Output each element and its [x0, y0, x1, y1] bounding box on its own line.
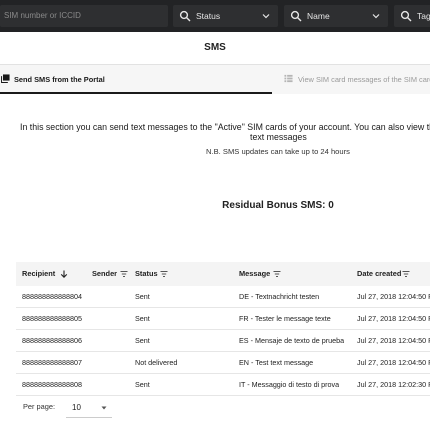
message-cell: DE - Textnachricht testen: [239, 292, 320, 301]
table-header: Recipient Sender Status Message Date cre…: [16, 262, 430, 286]
tab-view-sim-messages[interactable]: View SIM card messages of the SIM cards: [283, 65, 430, 94]
recipient-cell: 888888888888804: [22, 292, 82, 301]
recipient-cell: 888888888888806: [22, 336, 82, 345]
column-header-status[interactable]: Status: [135, 262, 168, 286]
date-cell: Jul 27, 2018 12:04:50 PM: [357, 336, 430, 345]
column-header-sender[interactable]: Sender: [92, 262, 128, 286]
pagination: Per page: 10: [16, 396, 430, 420]
search-icon: [179, 10, 191, 22]
name-filter-label: Name: [307, 11, 330, 21]
message-cell: IT - Messaggio di testo di prova: [239, 380, 340, 389]
filter-icon[interactable]: [120, 270, 128, 278]
recipient-cell: 888888888888808: [22, 380, 82, 389]
status-cell: Sent: [135, 292, 150, 301]
column-header-date-created[interactable]: Date created: [357, 262, 410, 286]
table-row[interactable]: 888888888888806 Sent ES - Mensaje de tex…: [16, 330, 430, 352]
column-header-recipient-label: Recipient: [22, 269, 56, 278]
recipient-cell: 888888888888807: [22, 358, 82, 367]
filter-icon[interactable]: [160, 270, 168, 278]
recipient-cell: 888888888888805: [22, 314, 82, 323]
page-title: SMS: [0, 32, 430, 65]
update-note: N.B. SMS updates can take up to 24 hours: [206, 147, 350, 156]
status-cell: Not delivered: [135, 358, 178, 367]
view-list-icon: [284, 74, 293, 83]
tab-view-sim-messages-label: View SIM card messages of the SIM cards: [298, 75, 430, 84]
filter-toolbar: SIM number or ICCID Status Name Tag: [0, 0, 430, 32]
per-page-select[interactable]: 10: [66, 398, 112, 418]
table-row[interactable]: 888888888888805 Sent FR - Tester le mess…: [16, 308, 430, 330]
filter-icon[interactable]: [273, 270, 281, 278]
chevron-down-icon: [262, 14, 270, 19]
status-filter-select[interactable]: Status: [173, 5, 278, 27]
intro-text: In this section you can send text messag…: [20, 122, 430, 132]
column-header-message[interactable]: Message: [239, 262, 281, 286]
message-cell: ES - Mensaje de texto de prueba: [239, 336, 345, 345]
status-cell: Sent: [135, 380, 150, 389]
per-page-label: Per page:: [23, 402, 56, 411]
tab-bar: Send SMS from the Portal View SIM card m…: [0, 65, 430, 94]
message-cell: FR - Tester le message texte: [239, 314, 331, 323]
bonus-sms-counter: Residual Bonus SMS: 0: [222, 200, 334, 211]
intro-text-continued: text messages: [250, 132, 307, 142]
column-header-status-label: Status: [135, 269, 158, 278]
search-icon: [290, 10, 302, 22]
status-cell: Sent: [135, 314, 150, 323]
column-header-recipient[interactable]: Recipient: [22, 262, 68, 286]
column-header-message-label: Message: [239, 269, 271, 278]
status-filter-label: Status: [196, 11, 221, 21]
tab-send-sms-label: Send SMS from the Portal: [14, 75, 105, 84]
search-icon: [400, 10, 412, 22]
table-row[interactable]: 888888888888808 Sent IT - Messaggio di t…: [16, 374, 430, 396]
message-cell: EN - Test text message: [239, 358, 314, 367]
date-cell: Jul 27, 2018 12:04:50 PM: [357, 314, 430, 323]
tag-filter-label: Tag: [417, 11, 430, 21]
tag-filter-select[interactable]: Tag: [394, 5, 430, 27]
tab-send-sms[interactable]: Send SMS from the Portal: [0, 65, 272, 94]
sort-arrow-down-icon[interactable]: [60, 270, 68, 278]
search-input[interactable]: SIM number or ICCID: [0, 5, 168, 27]
table-row[interactable]: 888888888888807 Not delivered EN - Test …: [16, 352, 430, 374]
table-row[interactable]: 888888888888804 Sent DE - Textnachricht …: [16, 286, 430, 308]
chevron-down-icon: [372, 14, 380, 19]
message-icon: [1, 74, 10, 83]
date-cell: Jul 27, 2018 12:02:30 PM: [357, 380, 430, 389]
column-header-sender-label: Sender: [92, 269, 118, 278]
status-cell: Sent: [135, 336, 150, 345]
date-cell: Jul 27, 2018 12:04:50 PM: [357, 358, 430, 367]
column-header-date-created-label: Date created: [357, 269, 402, 278]
name-filter-select[interactable]: Name: [284, 5, 388, 27]
per-page-value: 10: [72, 403, 81, 412]
filter-icon[interactable]: [402, 270, 410, 278]
date-cell: Jul 27, 2018 12:04:50 PM: [357, 292, 430, 301]
caret-down-icon: [101, 406, 107, 410]
